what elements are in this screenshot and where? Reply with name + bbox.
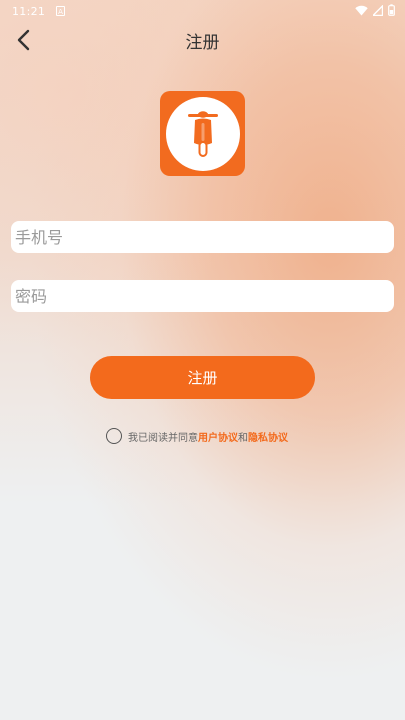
status-time: 11:21 [12, 5, 46, 18]
user-agreement-link[interactable]: 用户协议 [198, 429, 238, 444]
status-icons [355, 4, 395, 16]
scooter-icon [187, 110, 218, 157]
agreement-prefix: 我已阅读并同意 [128, 432, 198, 444]
battery-icon [388, 4, 395, 16]
privacy-policy-link[interactable]: 隐私协议 [248, 429, 288, 444]
page-title: 注册 [185, 33, 220, 53]
logo-circle [165, 96, 240, 171]
register-button[interactable]: 注册 [90, 356, 315, 399]
signal-icon [373, 4, 383, 16]
status-bar: 11:21 A [0, 0, 405, 24]
agreement-checkbox[interactable] [106, 428, 122, 444]
notification-app-icon: A [56, 6, 65, 16]
agreement-connector: 和 [238, 432, 248, 444]
wifi-icon [355, 5, 368, 15]
app-logo [160, 91, 245, 176]
password-input[interactable] [11, 280, 394, 312]
agreement-row: 我已阅读并同意 用户协议 和 隐私协议 [106, 426, 288, 446]
phone-input[interactable] [11, 221, 394, 253]
